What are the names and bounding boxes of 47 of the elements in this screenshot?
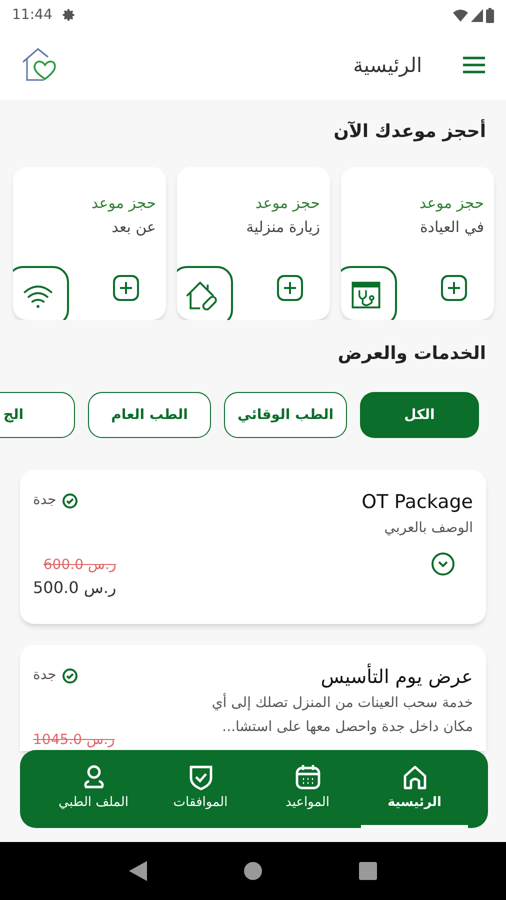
signal-icon [471,8,483,22]
service-title: عرض يوم التأسيس [320,665,473,689]
city-label: جدة [33,666,56,685]
booking-card[interactable]: حجز موعد عن بعد [13,167,166,320]
service-description: الوصف بالعربي [383,519,473,538]
nav-tab[interactable]: المواعيد [254,750,361,828]
old-price: ر.س 1045.0 [33,731,115,750]
nav-tab[interactable]: الملف الطبي [40,750,147,828]
service-title: OT Package [362,490,473,514]
plus-icon[interactable] [276,274,304,302]
nav-tab[interactable]: الموافقات [147,750,254,828]
back-icon[interactable] [128,861,147,881]
service-description: خدمة سحب العينات من المنزل تصلك إلى أي مكان داخل جدة واحصل معها على استشا... [210,692,473,737]
plus-icon[interactable] [112,274,140,302]
recents-icon[interactable] [359,862,378,880]
status-time: 11:44 [12,6,52,24]
card-label: حجز موعد [90,193,156,214]
wifi-icon [453,8,468,22]
filter-chip[interactable]: الطب العام [88,392,211,438]
section-title: الخدمات والعرض [336,342,487,366]
booking-card[interactable]: حجز موعد زيارة منزلية [177,167,330,320]
price: ر.س 500.0 [33,577,116,599]
battery-icon [486,8,494,22]
check-badge-icon [62,492,78,508]
service-card[interactable]: عرض يوم التأسيس خدمة سحب العينات من المنزل تصلك إلى أي مكان داخل جدة واحصل معها على استشا... جدة ر.س 1045.0 [20,645,486,751]
card-label: عن بعد [110,217,156,238]
plus-icon[interactable] [440,274,468,302]
page-title: الرئيسية [353,52,422,79]
home-button-icon[interactable] [244,862,262,880]
house-heart-logo-icon [20,47,58,83]
card-label: حجز موعد [418,193,484,214]
settings-icon [62,8,76,22]
filter-chip[interactable]: الطب الوقائي [224,392,347,438]
old-price: ر.س 600.0 [43,556,116,575]
calendar-icon [294,762,322,791]
card-label: في العيادة [418,217,484,238]
check-badge-icon [62,668,78,684]
city-label: جدة [33,491,56,510]
card-label: زيارة منزلية [245,217,320,238]
card-label: حجز موعد [254,193,320,214]
chevron-down-icon[interactable] [431,552,455,576]
filter-chip[interactable]: الج [0,392,75,438]
filter-chip[interactable]: الكل [360,392,479,438]
nav-tab[interactable]: الرئيسية [361,750,468,828]
menu-icon[interactable] [462,56,486,74]
booking-card[interactable]: حجز موعد في العيادة [341,167,494,320]
section-title: أحجز موعدك الآن [332,118,487,144]
